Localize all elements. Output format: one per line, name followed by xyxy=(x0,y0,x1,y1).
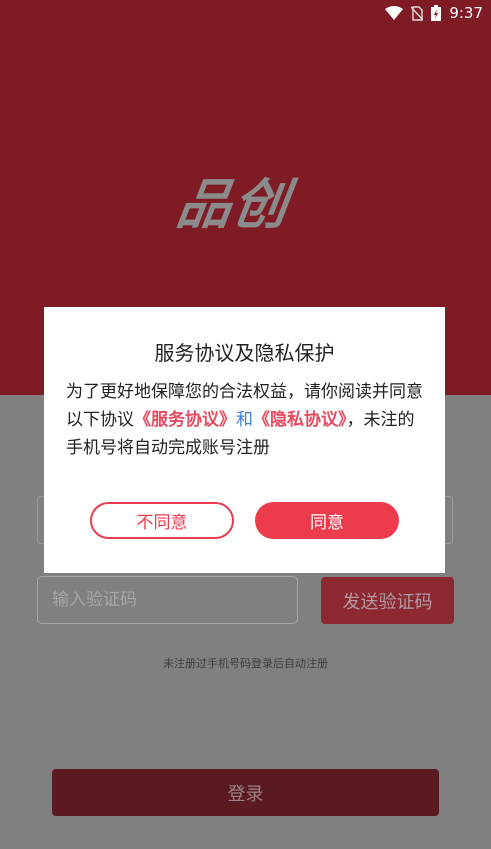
privacy-dialog: 服务协议及隐私保护 为了更好地保障您的合法权益，请你阅读并同意以下协议《服务协议… xyxy=(44,307,445,573)
status-bar: 9:37 xyxy=(0,0,491,28)
no-sim-icon xyxy=(411,5,424,21)
status-icons: 9:37 xyxy=(385,4,483,22)
auto-register-hint: 未注册过手机号码登录后自动注册 xyxy=(163,657,328,670)
brand-logo: 品创 xyxy=(172,173,294,236)
and-text: 和 xyxy=(236,410,253,430)
dialog-body: 为了更好地保障您的合法权益，请你阅读并同意以下协议《服务协议》和《隐私协议》，未… xyxy=(66,378,426,476)
clock: 9:37 xyxy=(449,4,483,22)
wifi-icon xyxy=(385,6,404,20)
battery-charging-icon xyxy=(431,5,442,21)
login-button[interactable]: 登录 xyxy=(52,769,439,816)
disagree-button[interactable]: 不同意 xyxy=(90,502,234,539)
agree-button[interactable]: 同意 xyxy=(255,502,399,539)
send-code-button[interactable]: 发送验证码 xyxy=(321,577,454,624)
dialog-title: 服务协议及隐私保护 xyxy=(154,341,335,365)
verification-code-input[interactable] xyxy=(37,576,298,624)
privacy-policy-link[interactable]: 《隐私协议》 xyxy=(253,410,347,430)
service-agreement-link[interactable]: 《服务协议》 xyxy=(134,410,236,430)
